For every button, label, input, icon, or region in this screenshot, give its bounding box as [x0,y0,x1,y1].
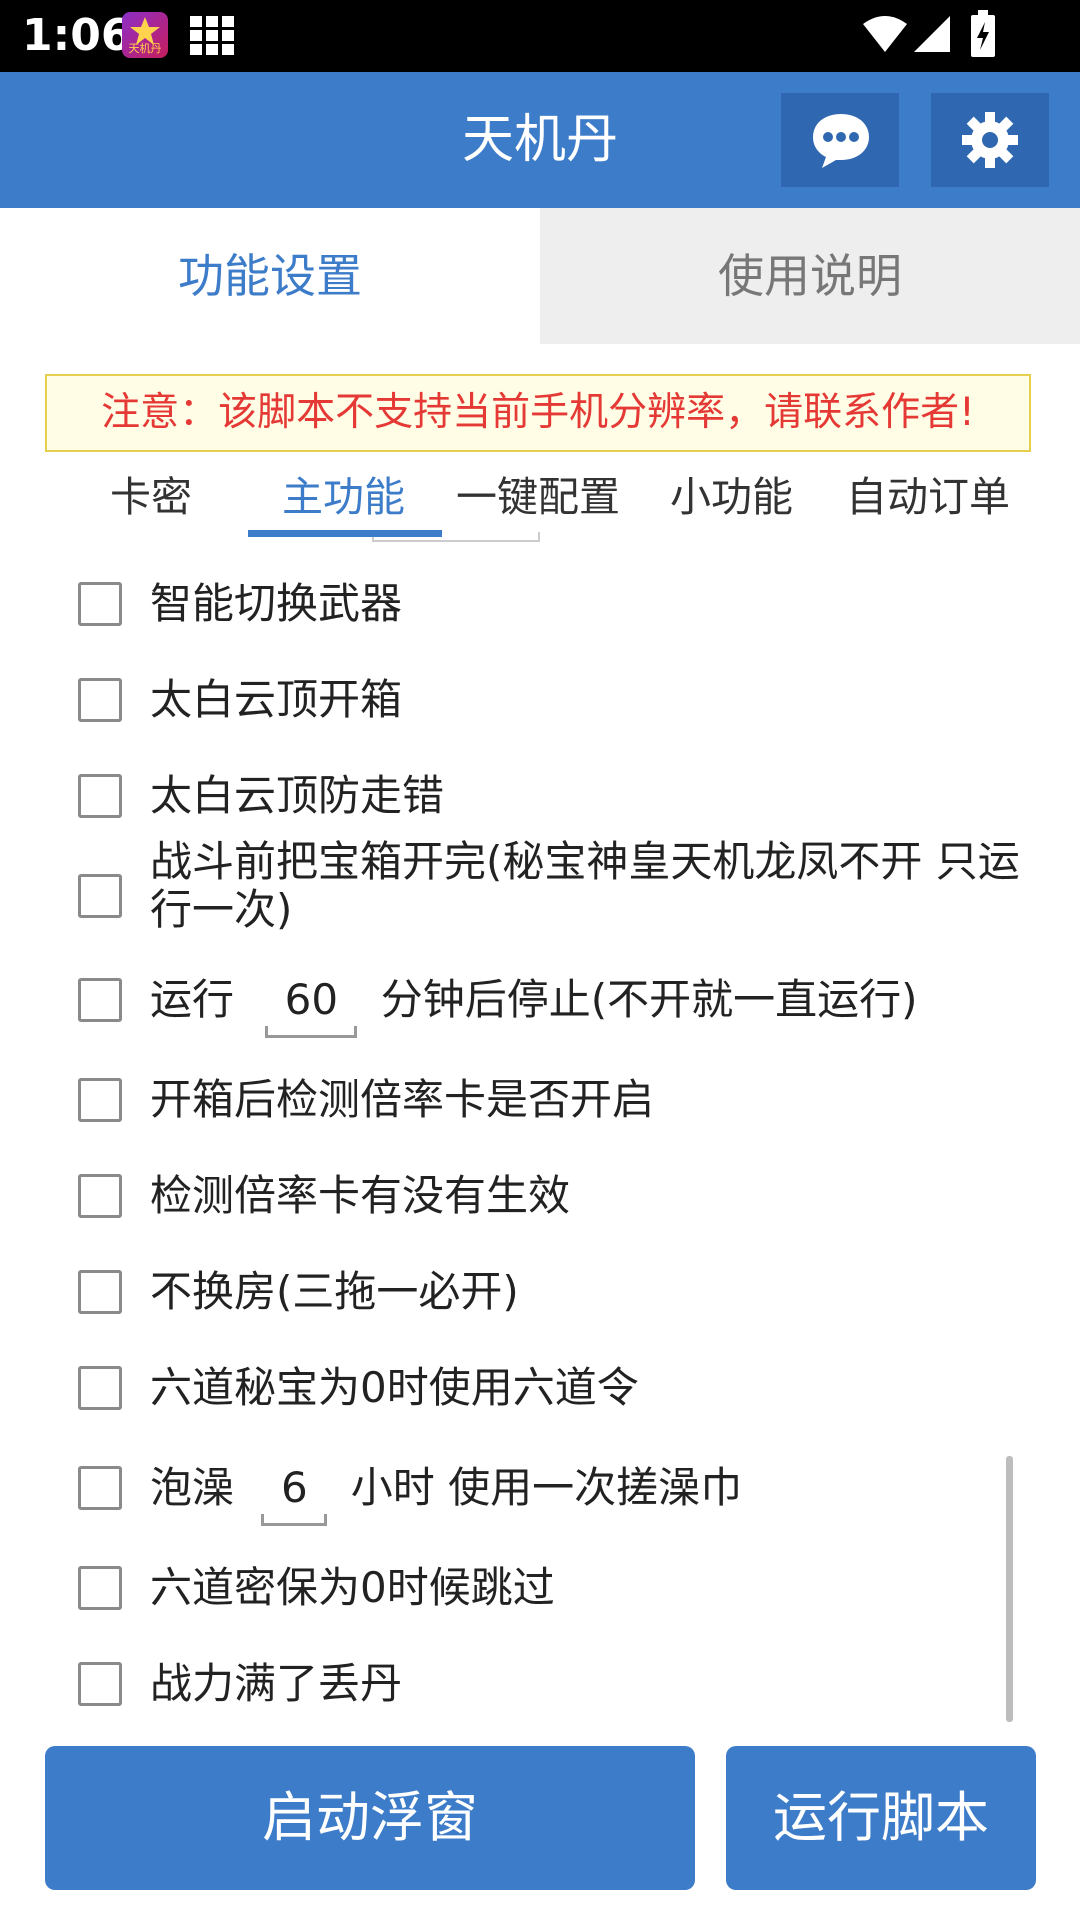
tab-function-settings[interactable]: 功能设置 [0,208,540,344]
option-label: 运行 60 分钟后停止(不开就一直运行) [150,975,918,1038]
option-checkbox[interactable] [78,678,122,722]
start-floating-window-button[interactable]: 启动浮窗 [45,1746,695,1890]
run-minutes-input[interactable]: 60 [265,975,358,1038]
subtab-card-key[interactable]: 卡密 [110,462,192,532]
app-title: 天机丹 [461,110,618,170]
option-label: 开箱后检测倍率卡是否开启 [150,1075,655,1124]
status-time: 1:06 [22,10,132,61]
option-checkbox[interactable] [78,1662,122,1706]
option-checkbox[interactable] [78,1270,122,1314]
option-prefix: 运行 [150,975,235,1024]
scrollbar[interactable] [1006,1456,1013,1722]
option-suffix: 分钟后停止(不开就一直运行) [380,975,918,1024]
option-label: 太白云顶开箱 [150,675,403,724]
chat-bubble-icon [813,114,869,168]
option-checkbox[interactable] [78,1174,122,1218]
gear-icon [962,112,1018,168]
app-notification-icon: 天机丹 [122,12,168,58]
option-checkbox[interactable] [78,1466,122,1510]
subtab-main-functions[interactable]: 主功能 [282,462,405,532]
option-label: 智能切换武器 [150,579,403,628]
status-bar: 1:06 天机丹 [0,0,1080,72]
option-label: 检测倍率卡有没有生效 [150,1171,571,1220]
app-bar: 天机丹 [0,72,1080,208]
active-subtab-indicator [248,530,442,537]
option-checkbox[interactable] [78,978,122,1022]
chat-button[interactable] [781,93,899,187]
option-label: 战力满了丢丹 [150,1659,403,1708]
resolution-warning-notice: 注意：该脚本不支持当前手机分辨率，请联系作者! [45,374,1031,452]
tab-instructions[interactable]: 使用说明 [540,208,1080,344]
sub-tabs: 卡密 主功能 一键配置 小功能 自动订单 [0,462,1080,542]
option-checkbox[interactable] [78,774,122,818]
option-checkbox[interactable] [78,1366,122,1410]
grid-notification-icon [190,16,234,55]
option-label: 战斗前把宝箱开完(秘宝神皇天机龙凤不开 只运行一次) [150,837,1020,934]
option-checkbox[interactable] [78,1078,122,1122]
option-suffix: 小时 使用一次搓澡巾 [350,1463,743,1512]
settings-button[interactable] [931,93,1049,187]
main-tabs: 功能设置 使用说明 [0,208,1080,344]
run-script-button[interactable]: 运行脚本 [726,1746,1036,1890]
bath-hours-input[interactable]: 6 [261,1463,328,1526]
battery-charging-icon [971,10,995,57]
option-label: 六道密保为0时候跳过 [150,1563,555,1612]
option-label: 不换房(三拖一必开) [150,1267,519,1316]
wifi-icon [863,16,907,52]
subtab-small-functions[interactable]: 小功能 [670,462,793,532]
subtab-auto-orders[interactable]: 自动订单 [846,462,1010,532]
signal-icon [914,16,950,52]
option-label: 六道秘宝为0时使用六道令 [150,1363,639,1412]
subtab-one-click-config[interactable]: 一键配置 [456,462,620,532]
option-label: 泡澡 6 小时 使用一次搓澡巾 [150,1463,742,1526]
option-prefix: 泡澡 [150,1463,235,1512]
option-checkbox[interactable] [78,874,122,918]
app-notification-icon-text: 天机丹 [128,42,162,55]
option-label: 太白云顶防走错 [150,771,445,820]
option-checkbox[interactable] [78,582,122,626]
option-checkbox[interactable] [78,1566,122,1610]
